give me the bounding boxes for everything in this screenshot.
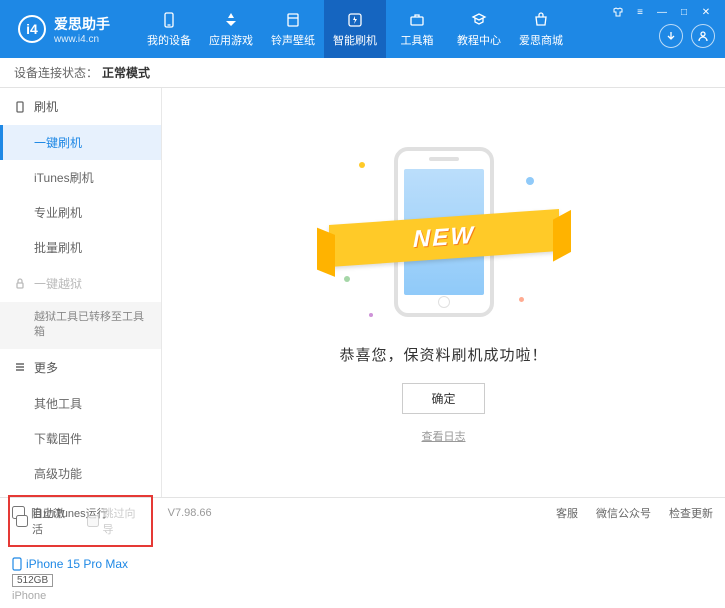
close-icon[interactable]: ✕ — [697, 6, 715, 18]
user-button[interactable] — [691, 24, 715, 48]
nav-label: 应用游戏 — [209, 32, 253, 48]
sidebar-section-jailbreak: 一键越狱 — [0, 265, 161, 302]
section-label: 一键越狱 — [34, 275, 82, 292]
logo-icon: i4 — [18, 15, 46, 43]
footer-support[interactable]: 客服 — [556, 505, 578, 521]
new-ribbon: NEW — [329, 208, 559, 266]
nav-label: 我的设备 — [147, 32, 191, 48]
storage-badge: 512GB — [12, 574, 53, 587]
options-highlight-box: 自动激活 跳过向导 — [8, 495, 153, 547]
sidebar-item-oneclick-flash[interactable]: 一键刷机 — [0, 125, 161, 160]
status-value: 正常模式 — [102, 64, 150, 81]
view-log-link[interactable]: 查看日志 — [422, 428, 466, 444]
nav-apps[interactable]: 应用游戏 — [200, 0, 262, 58]
version-label: V7.98.66 — [168, 507, 212, 519]
sidebar-item-pro-flash[interactable]: 专业刷机 — [0, 195, 161, 230]
ok-button[interactable]: 确定 — [402, 383, 484, 414]
logo: i4 爱思助手 www.i4.cn — [0, 14, 128, 45]
device-name[interactable]: iPhone 15 Pro Max — [12, 557, 149, 571]
device-icon — [160, 11, 178, 29]
sidebar: 刷机 一键刷机 iTunes刷机 专业刷机 批量刷机 一键越狱 越狱工具已转移至… — [0, 88, 162, 497]
device-type: iPhone — [12, 590, 149, 602]
nav-tutorial[interactable]: 教程中心 — [448, 0, 510, 58]
nav-store[interactable]: 爱思商城 — [510, 0, 572, 58]
menu-icon[interactable]: ≡ — [631, 6, 649, 18]
chk-label: 自动激活 — [32, 505, 75, 537]
more-icon — [14, 361, 26, 373]
section-label: 刷机 — [34, 98, 58, 115]
tutorial-icon — [470, 11, 488, 29]
flash-icon — [346, 11, 364, 29]
sidebar-item-itunes-flash[interactable]: iTunes刷机 — [0, 160, 161, 195]
footer-check-update[interactable]: 检查更新 — [669, 505, 713, 521]
chk-label: 跳过向导 — [103, 505, 146, 537]
chk-auto-activate[interactable]: 自动激活 — [16, 505, 75, 537]
nav-flash[interactable]: 智能刷机 — [324, 0, 386, 58]
phone-icon — [14, 101, 26, 113]
nav-ringtone[interactable]: 铃声壁纸 — [262, 0, 324, 58]
app-title: 爱思助手 — [54, 14, 110, 34]
status-label: 设备连接状态： — [14, 64, 98, 81]
top-nav: 我的设备 应用游戏 铃声壁纸 智能刷机 工具箱 教程中心 爱思商城 — [138, 0, 572, 58]
sidebar-section-flash[interactable]: 刷机 — [0, 88, 161, 125]
section-label: 更多 — [34, 359, 58, 376]
success-message: 恭喜您，保资料刷机成功啦！ — [339, 344, 547, 365]
minimize-icon[interactable]: — — [653, 6, 671, 18]
download-button[interactable] — [659, 24, 683, 48]
nav-toolbox[interactable]: 工具箱 — [386, 0, 448, 58]
toolbox-icon — [408, 11, 426, 29]
sidebar-section-more[interactable]: 更多 — [0, 349, 161, 386]
ribbon-text: NEW — [413, 221, 475, 253]
lock-icon — [14, 278, 26, 290]
nav-label: 工具箱 — [401, 32, 434, 48]
sidebar-item-other-tools[interactable]: 其他工具 — [0, 386, 161, 421]
chk-skip-guide: 跳过向导 — [87, 505, 146, 537]
success-illustration: NEW — [339, 142, 549, 322]
skin-icon[interactable] — [609, 6, 627, 18]
phone-icon — [12, 557, 22, 571]
ringtone-icon — [284, 11, 302, 29]
chk-auto-activate-input[interactable] — [16, 515, 28, 527]
main-content: NEW 恭喜您，保资料刷机成功啦！ 确定 查看日志 — [162, 88, 725, 497]
app-header: i4 爱思助手 www.i4.cn 我的设备 应用游戏 铃声壁纸 智能刷机 工具… — [0, 0, 725, 58]
chk-skip-guide-input — [87, 515, 99, 527]
status-bar: 设备连接状态： 正常模式 — [0, 58, 725, 88]
device-info: iPhone 15 Pro Max 512GB iPhone — [0, 551, 161, 608]
sidebar-item-download-firmware[interactable]: 下载固件 — [0, 421, 161, 456]
footer-wechat[interactable]: 微信公众号 — [596, 505, 651, 521]
maximize-icon[interactable]: □ — [675, 6, 693, 18]
jailbreak-note: 越狱工具已转移至工具箱 — [0, 302, 161, 349]
app-url: www.i4.cn — [54, 34, 110, 45]
nav-label: 教程中心 — [457, 32, 501, 48]
nav-label: 铃声壁纸 — [271, 32, 315, 48]
nav-label: 智能刷机 — [333, 32, 377, 48]
nav-my-device[interactable]: 我的设备 — [138, 0, 200, 58]
apps-icon — [222, 11, 240, 29]
nav-label: 爱思商城 — [519, 32, 563, 48]
sidebar-item-batch-flash[interactable]: 批量刷机 — [0, 230, 161, 265]
sidebar-item-advanced[interactable]: 高级功能 — [0, 456, 161, 491]
store-icon — [532, 11, 550, 29]
